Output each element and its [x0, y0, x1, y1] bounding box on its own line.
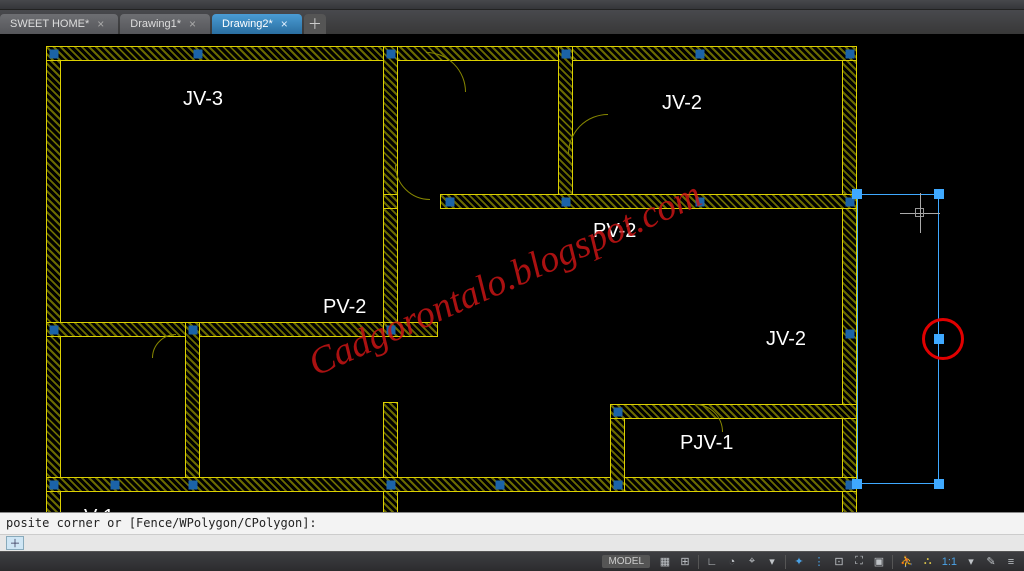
wrench-icon[interactable]: ✎ — [982, 554, 1000, 570]
hw-accel-icon[interactable]: ⛶ — [850, 554, 868, 570]
wall — [383, 46, 398, 336]
grip-handle[interactable] — [194, 50, 203, 59]
grip-handle[interactable] — [446, 198, 455, 207]
grip-handle[interactable] — [387, 326, 396, 335]
room-label: JV-2 — [662, 92, 702, 115]
door-arc — [395, 130, 465, 200]
people-icon[interactable]: ⛬ — [919, 554, 937, 570]
polar-icon[interactable]: ◔ — [723, 554, 741, 570]
anno-scale-icon[interactable]: ✦ — [790, 554, 808, 570]
monitor-icon[interactable]: ▣ — [870, 554, 888, 570]
grip-handle[interactable] — [846, 50, 855, 59]
room-label: JV-2 — [766, 328, 806, 351]
wall — [46, 477, 857, 492]
wall — [610, 404, 857, 419]
wall — [185, 322, 200, 482]
osnap-icon[interactable]: ⌖ — [743, 554, 761, 570]
grip-handle[interactable] — [614, 481, 623, 490]
tab-label: SWEET HOME* — [10, 18, 89, 30]
door-arc — [568, 114, 648, 194]
modelspace-button[interactable]: MODEL — [602, 555, 650, 568]
file-tab-sweet-home[interactable]: SWEET HOME* × — [0, 14, 118, 34]
grip-handle[interactable] — [50, 326, 59, 335]
scale-dropdown-icon[interactable]: ▾ — [962, 554, 980, 570]
add-layout-button[interactable]: ＋ — [6, 536, 24, 550]
file-tab-bar: SWEET HOME* × Drawing1* × Drawing2* × ＋ — [0, 10, 1024, 34]
person-icon[interactable]: ⛹ — [897, 554, 917, 570]
highlight-circle — [922, 318, 964, 360]
selection-grip[interactable] — [852, 189, 862, 199]
tab-label: Drawing1* — [130, 18, 181, 30]
grip-handle[interactable] — [496, 481, 505, 490]
room-label: JV-3 — [183, 88, 223, 111]
room-label: PJV-1 — [680, 432, 733, 455]
osnap-dropdown-icon[interactable]: ▾ — [763, 554, 781, 570]
separator — [892, 555, 893, 569]
wall — [383, 194, 398, 209]
layout-tab-bar: ＋ — [0, 534, 1024, 551]
command-line[interactable]: posite corner or [Fence/WPolygon/CPolygo… — [0, 512, 1024, 534]
grip-handle[interactable] — [50, 481, 59, 490]
grip-handle[interactable] — [846, 330, 855, 339]
close-icon[interactable]: × — [281, 17, 288, 31]
scale-label[interactable]: 1:1 — [939, 554, 960, 570]
grip-handle[interactable] — [387, 481, 396, 490]
wall — [46, 46, 61, 512]
grip-handle[interactable] — [562, 50, 571, 59]
wall — [383, 402, 398, 512]
new-tab-button[interactable]: ＋ — [304, 14, 326, 34]
file-tab-drawing1[interactable]: Drawing1* × — [120, 14, 210, 34]
door-arc — [386, 52, 466, 132]
command-prompt-text: posite corner or [Fence/WPolygon/CPolygo… — [6, 516, 317, 530]
close-icon[interactable]: × — [189, 17, 196, 31]
tab-label: Drawing2* — [222, 18, 273, 30]
ribbon-area — [0, 0, 1024, 10]
room-label: PV-2 — [323, 296, 366, 319]
grip-handle[interactable] — [111, 481, 120, 490]
drawing-canvas[interactable]: JV-3 JV-2 PV-2 PV-2 JV-2 PJV-1 V-1 Cadgo… — [0, 34, 1024, 512]
room-label: PV-2 — [593, 220, 636, 243]
anno-vis-icon[interactable]: ⋮ — [810, 554, 828, 570]
wall — [46, 46, 857, 61]
room-label: V-1 — [84, 506, 114, 512]
workspace-icon[interactable]: ⊡ — [830, 554, 848, 570]
separator — [785, 555, 786, 569]
grip-handle[interactable] — [50, 50, 59, 59]
close-icon[interactable]: × — [97, 17, 104, 31]
wall — [46, 322, 398, 337]
grip-handle[interactable] — [387, 50, 396, 59]
grip-handle[interactable] — [696, 50, 705, 59]
grip-handle[interactable] — [562, 198, 571, 207]
wall — [440, 194, 857, 209]
snap-icon[interactable]: ⊞ — [676, 554, 694, 570]
selection-grip[interactable] — [852, 479, 862, 489]
grip-handle[interactable] — [614, 408, 623, 417]
customize-icon[interactable]: ≡ — [1002, 554, 1020, 570]
ortho-icon[interactable]: ∟ — [703, 554, 721, 570]
file-tab-drawing2[interactable]: Drawing2* × — [212, 14, 302, 34]
separator — [698, 555, 699, 569]
status-bar: MODEL ▦ ⊞ ∟ ◔ ⌖ ▾ ✦ ⋮ ⊡ ⛶ ▣ ⛹ ⛬ 1:1 ▾ ✎ … — [0, 551, 1024, 571]
grip-handle[interactable] — [696, 198, 705, 207]
wall — [558, 46, 573, 208]
selection-grip[interactable] — [934, 189, 944, 199]
grip-handle[interactable] — [189, 481, 198, 490]
grip-handle[interactable] — [189, 326, 198, 335]
wall — [842, 46, 857, 512]
grid-icon[interactable]: ▦ — [656, 554, 674, 570]
selection-grip[interactable] — [934, 479, 944, 489]
